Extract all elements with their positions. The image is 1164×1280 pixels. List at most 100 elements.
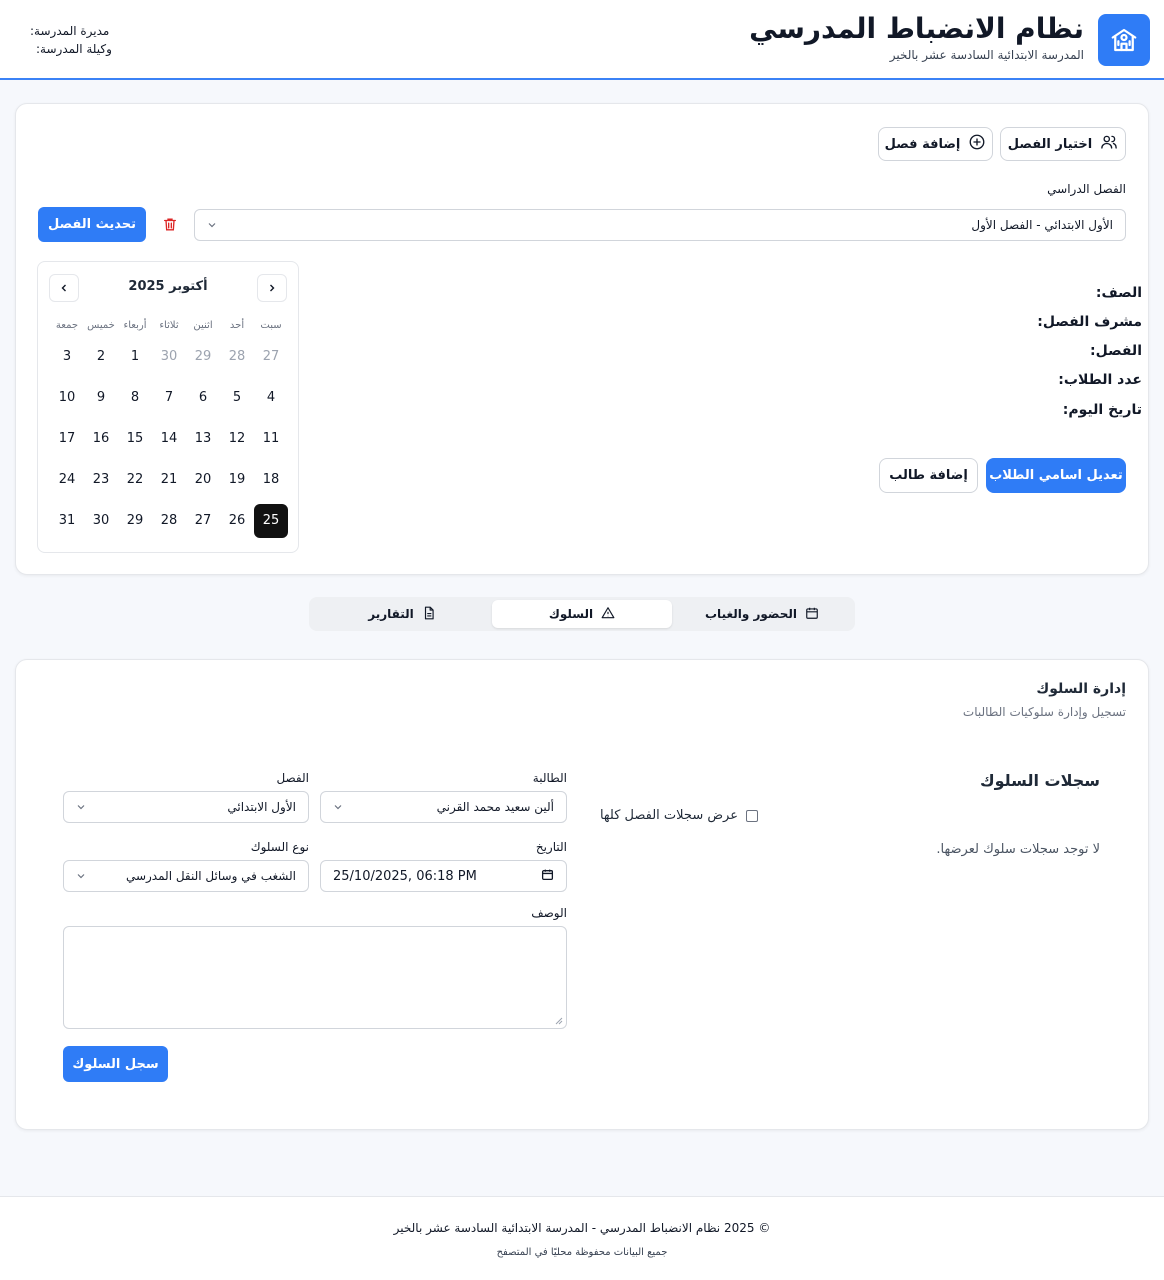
principal-label: مديرة المدرسة: <box>30 24 110 38</box>
chevron-down-icon <box>77 874 85 879</box>
calendar-week-row: 11 12 13 14 15 16 17 <box>50 418 288 459</box>
behavior-title: إدارة السلوك <box>1036 681 1126 697</box>
calendar-day[interactable]: 27 <box>186 504 220 538</box>
trash-icon[interactable] <box>162 216 178 234</box>
calendar-day[interactable]: 29 <box>186 340 220 374</box>
calendar-day[interactable]: 4 <box>254 381 288 415</box>
tab-reports-label: التقارير <box>368 607 414 621</box>
calendar-week-row: 25 26 27 28 29 30 31 <box>50 500 288 541</box>
plus-circle-icon <box>968 133 986 155</box>
select-class-button[interactable]: اختيار الفصل <box>1000 127 1126 161</box>
tab-reports[interactable]: التقارير <box>312 600 492 628</box>
calendar-day[interactable]: 15 <box>118 422 152 456</box>
app-subtitle: المدرسة الابتدائية السادسة عشر بالخير <box>889 48 1084 62</box>
behavior-subtitle: تسجيل وإدارة سلوكيات الطالبات <box>962 705 1126 719</box>
calendar-week-row: 18 19 20 21 22 23 24 <box>50 459 288 500</box>
empty-records-text: لا توجد سجلات سلوك لعرضها. <box>936 842 1100 857</box>
weekday-label: سبت <box>260 319 282 331</box>
main-tabs: الحضور والغياب السلوك التقارير <box>309 597 855 631</box>
add-class-button[interactable]: إضافة فصل <box>878 127 993 161</box>
calendar-day[interactable]: 27 <box>254 340 288 374</box>
submit-behavior-button[interactable]: سجل السلوك <box>63 1046 168 1082</box>
calendar-day[interactable]: 28 <box>220 340 254 374</box>
student-select[interactable]: ألين سعيد محمد القرني <box>320 791 567 823</box>
calendar-day[interactable]: 16 <box>84 422 118 456</box>
calendar-day[interactable]: 24 <box>50 463 84 497</box>
calendar-day[interactable]: 23 <box>84 463 118 497</box>
app-title: نظام الانضباط المدرسي <box>749 12 1084 45</box>
tab-attendance-label: الحضور والغياب <box>705 607 798 621</box>
calendar-day[interactable]: 26 <box>220 504 254 538</box>
app-header: نظام الانضباط المدرسي المدرسة الابتدائية… <box>0 0 1164 80</box>
calendar-day[interactable]: 9 <box>84 381 118 415</box>
class-value: الأول الابتدائي <box>227 800 296 814</box>
calendar-picker-icon[interactable] <box>541 868 554 884</box>
calendar-day[interactable]: 21 <box>152 463 186 497</box>
calendar-week-row: 27 28 29 30 1 2 3 <box>50 336 288 377</box>
calendar-day[interactable]: 28 <box>152 504 186 538</box>
calendar-day[interactable]: 8 <box>118 381 152 415</box>
calendar-day[interactable]: 17 <box>50 422 84 456</box>
calendar-day[interactable]: 20 <box>186 463 220 497</box>
calendar-day[interactable]: 5 <box>220 381 254 415</box>
calendar-grid: سبت أحد اثنين ثلاثاء أربعاء خميس جمعة 27 28 29 30… <box>50 314 288 541</box>
add-class-label: إضافة فصل <box>884 136 961 152</box>
class-label: الفصل: <box>1089 343 1142 359</box>
calendar-day[interactable]: 12 <box>220 422 254 456</box>
chevron-left-icon <box>61 284 66 292</box>
calendar-day[interactable]: 2 <box>84 340 118 374</box>
resize-handle-icon[interactable] <box>555 1017 563 1025</box>
calendar-day[interactable]: 25 <box>254 503 288 538</box>
weekday-label: ثلاثاء <box>159 319 179 331</box>
date-field-label: التاريخ <box>535 840 567 854</box>
users-icon <box>1100 133 1118 155</box>
students-count-label: عدد الطلاب: <box>1058 372 1142 388</box>
weekday-label: خميس <box>87 319 115 331</box>
calendar-day[interactable]: 10 <box>50 381 84 415</box>
footer-note: جميع البيانات محفوظة محليًا في المتصفح <box>496 1247 668 1258</box>
calendar-day[interactable]: 31 <box>50 504 84 538</box>
calendar-day[interactable]: 30 <box>152 340 186 374</box>
student-value: ألين سعيد محمد القرني <box>436 800 554 814</box>
tab-behavior[interactable]: السلوك <box>492 600 672 628</box>
class-field-label: الفصل <box>276 771 309 785</box>
calendar-day[interactable]: 3 <box>50 340 84 374</box>
calendar-day[interactable]: 6 <box>186 381 220 415</box>
update-class-button[interactable]: تحديث الفصل <box>38 207 146 242</box>
description-label: الوصف <box>531 906 567 920</box>
add-student-button[interactable]: إضافة طالب <box>879 458 978 493</box>
class-select[interactable]: الأول الابتدائي <box>63 791 309 823</box>
calendar-next-button[interactable] <box>49 274 79 302</box>
calendar-day[interactable]: 7 <box>152 381 186 415</box>
calendar-day[interactable]: 29 <box>118 504 152 538</box>
edit-students-button[interactable]: تعديل اسامي الطلاب <box>986 458 1126 493</box>
calendar-day[interactable]: 30 <box>84 504 118 538</box>
date-input[interactable]: 25/10/2025, 06:18 PM <box>320 860 567 892</box>
calendar-day[interactable]: 22 <box>118 463 152 497</box>
calendar-day[interactable]: 11 <box>254 422 288 456</box>
term-value: الأول الابتدائي - الفصل الأول <box>971 218 1113 232</box>
show-all-records-toggle[interactable]: عرض سجلات الفصل كلها <box>600 808 758 823</box>
calendar-day[interactable]: 19 <box>220 463 254 497</box>
calendar-weekdays: سبت أحد اثنين ثلاثاء أربعاء خميس جمعة <box>50 314 288 336</box>
footer: © 2025 نظام الانضباط المدرسي - المدرسة ا… <box>0 1196 1164 1280</box>
calendar-day[interactable]: 18 <box>254 463 288 497</box>
show-all-checkbox[interactable] <box>746 809 758 822</box>
file-icon <box>422 606 436 623</box>
date-value: 25/10/2025, 06:18 PM <box>333 868 477 884</box>
warning-icon <box>601 606 615 623</box>
calendar-icon <box>805 606 819 623</box>
calendar-day[interactable]: 13 <box>186 422 220 456</box>
behavior-type-select[interactable]: الشغب في وسائل النقل المدرسي <box>63 860 309 892</box>
calendar-day[interactable]: 14 <box>152 422 186 456</box>
tab-attendance[interactable]: الحضور والغياب <box>672 600 852 628</box>
behavior-card <box>15 659 1149 1130</box>
term-label: الفصل الدراسي <box>1047 182 1126 196</box>
weekday-label: أربعاء <box>123 319 147 331</box>
term-select[interactable]: الأول الابتدائي - الفصل الأول <box>194 209 1126 241</box>
records-title: سجلات السلوك <box>979 771 1100 790</box>
calendar-day[interactable]: 1 <box>118 340 152 374</box>
show-all-label: عرض سجلات الفصل كلها <box>599 808 738 823</box>
description-textarea[interactable] <box>63 926 567 1029</box>
vice-principal-label: وكيلة المدرسة: <box>36 42 112 56</box>
